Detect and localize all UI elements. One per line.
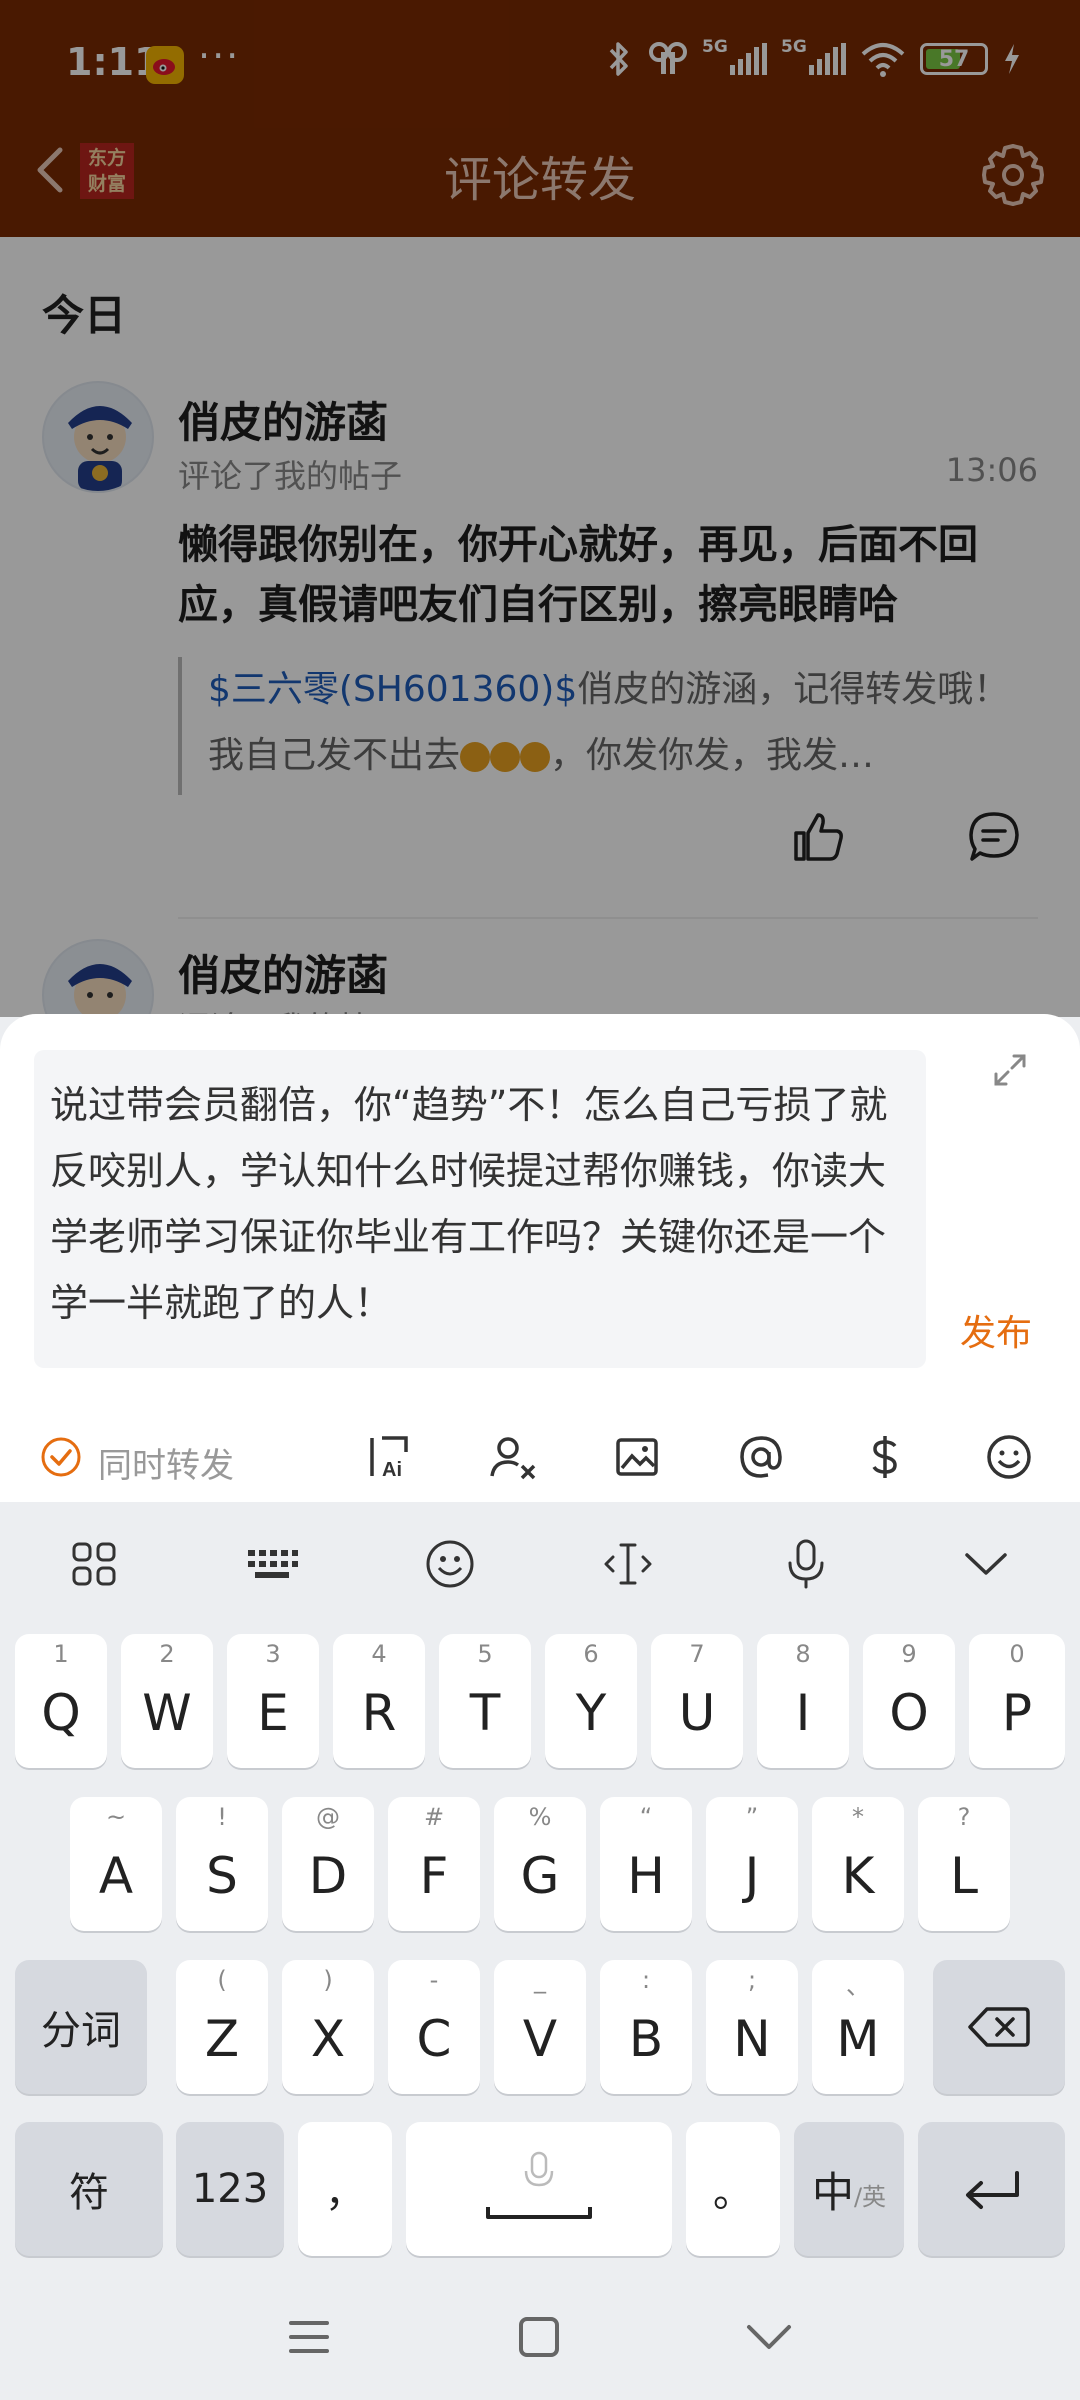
- cursor-edit-icon[interactable]: [600, 1536, 656, 1592]
- key-y[interactable]: 6Y: [545, 1634, 637, 1768]
- period-key[interactable]: 。: [686, 2122, 780, 2256]
- comments-feed: 今日 俏皮的游菡 评论了我的帖子 13:06 懒得跟你别在，你开心就好，再见，后…: [0, 237, 1080, 1017]
- key-f[interactable]: # F: [388, 1797, 480, 1931]
- comment-time: 13:06: [945, 451, 1038, 489]
- key-r[interactable]: 4R: [333, 1634, 425, 1768]
- signal-1-icon: 5G: [702, 37, 767, 75]
- repost-checkbox-icon[interactable]: [40, 1436, 82, 1478]
- mention-icon[interactable]: [732, 1428, 790, 1486]
- apps-grid-icon[interactable]: [66, 1536, 122, 1592]
- wifi-icon: [861, 43, 905, 77]
- avatar[interactable]: [42, 381, 154, 493]
- key-l[interactable]: ? L: [918, 1797, 1010, 1931]
- publish-button[interactable]: 发布: [960, 1304, 1032, 1356]
- bluetooth-icon: [609, 42, 628, 76]
- key-u[interactable]: 7U: [651, 1634, 743, 1768]
- key-j[interactable]: ” J: [706, 1797, 798, 1931]
- key-e[interactable]: 3E: [227, 1634, 319, 1768]
- key-k[interactable]: * K: [812, 1797, 904, 1931]
- space-mic-icon: [486, 2151, 592, 2219]
- repost-label[interactable]: 同时转发: [98, 1438, 234, 1487]
- key-b[interactable]: :B: [600, 1960, 692, 2094]
- comment-composer: 说过带会员翻倍，你“趋势”不！怎么自己亏损了就反咬别人，学认知什么时候提过帮你赚…: [0, 1014, 1080, 1502]
- status-bar: 1:11 ··· 5G 5G 57: [0, 0, 1080, 130]
- key-z[interactable]: (Z: [176, 1960, 268, 2094]
- keyboard-toolbar: [0, 1502, 1080, 1622]
- composer-toolbar: 同时转发 Ai: [0, 1404, 1080, 1502]
- key-m[interactable]: 、 M: [812, 1960, 904, 2094]
- collapse-keyboard-icon[interactable]: [958, 1536, 1014, 1592]
- quoted-post-tail: ，你发你发，我发…: [550, 735, 875, 776]
- comment-username[interactable]: 俏皮的游菡: [178, 942, 388, 1003]
- microphone-icon[interactable]: [778, 1536, 834, 1592]
- comment-username[interactable]: 俏皮的游菡: [178, 389, 388, 450]
- laugh-emoji-icon: [460, 742, 491, 772]
- like-icon[interactable]: [790, 809, 846, 865]
- key-g[interactable]: % G: [494, 1797, 586, 1931]
- segment-key[interactable]: 分词: [15, 1960, 147, 2094]
- back-nav-icon[interactable]: [734, 2302, 804, 2372]
- backspace-icon: [968, 2007, 1030, 2047]
- keyboard-layout-icon[interactable]: [244, 1536, 300, 1592]
- emoji-icon[interactable]: [980, 1428, 1038, 1486]
- key-a[interactable]: ~ A: [70, 1797, 162, 1931]
- key-p[interactable]: 0P: [969, 1634, 1065, 1768]
- signal-2-icon: 5G: [781, 37, 846, 75]
- expand-icon[interactable]: [990, 1050, 1030, 1090]
- more-notifications-icon: ···: [198, 34, 241, 78]
- numbers-key[interactable]: 123: [176, 2122, 284, 2256]
- stock-dollar-icon[interactable]: [856, 1428, 914, 1486]
- avatar[interactable]: [42, 939, 154, 1017]
- gear-icon[interactable]: [978, 140, 1048, 210]
- comment-text[interactable]: 懒得跟你别在，你开心就好，再见，后面不回应，真假请吧友们自行区别，擦亮眼睛哈: [178, 515, 1048, 635]
- key-i[interactable]: 8I: [757, 1634, 849, 1768]
- charging-icon: [1005, 44, 1019, 74]
- section-heading-today: 今日: [42, 291, 127, 340]
- key-w[interactable]: 2W: [121, 1634, 213, 1768]
- home-nav-icon[interactable]: [504, 2302, 574, 2372]
- menu-nav-icon[interactable]: [274, 2302, 344, 2372]
- emoji-icon[interactable]: [422, 1536, 478, 1592]
- laugh-emoji-icon: [490, 742, 521, 772]
- key-q[interactable]: 1Q: [15, 1634, 107, 1768]
- earbuds-icon: [649, 42, 687, 74]
- app-header: 1:11 ··· 5G 5G 57 东方财富 评论转发: [0, 0, 1080, 237]
- key-h[interactable]: “H: [600, 1797, 692, 1931]
- language-switch-key[interactable]: 中/英: [794, 2122, 904, 2256]
- symbols-key[interactable]: 符: [15, 2122, 163, 2256]
- laugh-emoji-icon: [520, 742, 551, 772]
- comment-action: 评论了我的帖子: [178, 457, 403, 495]
- divider: [178, 917, 1038, 919]
- space-key[interactable]: [406, 2122, 672, 2256]
- key-t[interactable]: 5T: [439, 1634, 531, 1768]
- backspace-key[interactable]: [933, 1960, 1065, 2094]
- comment-icon[interactable]: [966, 809, 1022, 865]
- voice-to-text-icon[interactable]: [484, 1428, 542, 1486]
- page-title: 评论转发: [443, 152, 636, 208]
- key-d[interactable]: @ D: [282, 1797, 374, 1931]
- battery-icon: 57: [920, 43, 988, 75]
- weibo-notification-icon: [146, 46, 184, 84]
- svg-text:Ai: Ai: [382, 1459, 402, 1481]
- key-n[interactable]: ; N: [706, 1960, 798, 2094]
- stock-link[interactable]: $三六零(SH601360)$: [208, 669, 577, 710]
- system-nav-bar: [0, 2274, 1080, 2400]
- soft-keyboard: 1Q 2W 3E 4R 5T 6Y 7U 8I 9O 0P ~ A ! S @ D #…: [0, 1502, 1080, 2400]
- key-x[interactable]: ) X: [282, 1960, 374, 2094]
- status-icons: 5G 5G 57: [604, 37, 1022, 78]
- quoted-post[interactable]: $三六零(SH601360)$俏皮的游涵，记得转发哦！我自己发不出去 ，你发你发，…: [178, 657, 1038, 795]
- key-o[interactable]: 9O: [863, 1634, 955, 1768]
- comma-key[interactable]: ，: [298, 2122, 392, 2256]
- key-s[interactable]: ! S: [176, 1797, 268, 1931]
- ai-ask-icon[interactable]: Ai: [360, 1428, 418, 1486]
- enter-icon: [965, 2171, 1019, 2209]
- key-v[interactable]: _ V: [494, 1960, 586, 2094]
- key-c[interactable]: -C: [388, 1960, 480, 2094]
- enter-key[interactable]: [918, 2122, 1065, 2256]
- comment-input[interactable]: 说过带会员翻倍，你“趋势”不！怎么自己亏损了就反咬别人，学认知什么时候提过帮你赚…: [34, 1050, 926, 1368]
- image-icon[interactable]: [608, 1428, 666, 1486]
